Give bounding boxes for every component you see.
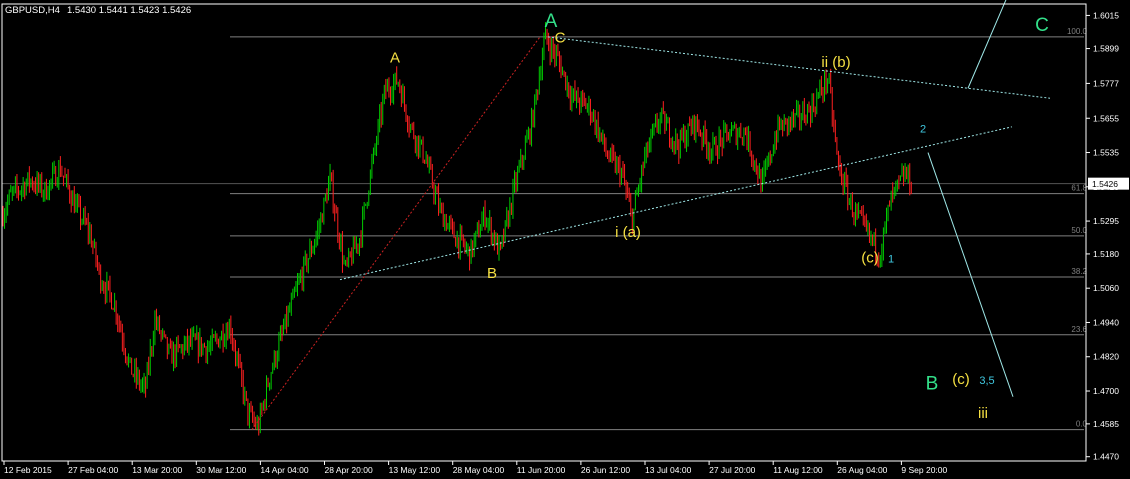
wave-label: i (a): [615, 224, 641, 241]
fib-level-label: 23.6: [1071, 325, 1087, 334]
x-tick-label: 28 Apr 20:00: [325, 465, 373, 475]
wave-label: 1: [888, 253, 894, 265]
wave-label: B: [487, 265, 497, 282]
wave-label: (c): [952, 371, 970, 388]
y-tick-label: 1.5180: [1093, 249, 1119, 259]
x-tick-label: 12 Feb 2015: [4, 465, 52, 475]
current-price-label: 1.5426: [1092, 179, 1118, 189]
x-tick-label: 13 May 12:00: [389, 465, 441, 475]
y-tick-label: 1.5777: [1093, 78, 1119, 88]
x-tick-label: 11 Aug 12:00: [773, 465, 823, 475]
y-tick-label: 1.4585: [1093, 419, 1119, 429]
wave-label: 2: [920, 124, 926, 136]
x-tick-label: 27 Feb 04:00: [68, 465, 118, 475]
y-tick-label: 1.5295: [1093, 216, 1119, 226]
y-tick-label: 1.4700: [1093, 386, 1119, 396]
x-tick-label: 26 Jun 12:00: [581, 465, 630, 475]
chart-background: [0, 0, 1130, 479]
x-tick-label: 13 Jul 04:00: [645, 465, 692, 475]
wave-label: 3,5: [979, 375, 994, 387]
x-tick-label: 26 Aug 04:00: [837, 465, 887, 475]
y-tick-label: 1.5899: [1093, 44, 1119, 54]
chart-ohlc-values: 1.5430 1.5441 1.5423 1.5426: [67, 5, 191, 16]
y-tick-label: 1.5535: [1093, 148, 1119, 158]
x-tick-label: 13 Mar 20:00: [132, 465, 182, 475]
wave-label: iii: [978, 405, 988, 422]
x-tick-label: 9 Sep 20:00: [901, 465, 947, 475]
fib-level-label: 50.0: [1071, 226, 1087, 235]
wave-label: C: [1035, 15, 1049, 36]
x-tick-label: 27 Jul 20:00: [709, 465, 756, 475]
wave-label: C: [555, 30, 566, 47]
y-tick-label: 1.4470: [1093, 452, 1119, 462]
y-tick-label: 1.5655: [1093, 113, 1119, 123]
wave-label: B: [926, 374, 939, 395]
x-tick-label: 30 Mar 12:00: [196, 465, 246, 475]
y-tick-label: 1.4820: [1093, 352, 1119, 362]
fib-level-label: 61.8: [1071, 184, 1087, 193]
y-tick-label: 1.5060: [1093, 283, 1119, 293]
wave-label: ii (b): [821, 54, 850, 71]
y-tick-label: 1.6015: [1093, 10, 1119, 20]
fib-level-label: 38.2: [1071, 267, 1087, 276]
fib-level-label: 100.0: [1067, 27, 1088, 36]
chart-symbol-title: GBPUSD,H4: [5, 5, 60, 16]
x-tick-label: 28 May 04:00: [453, 465, 505, 475]
y-tick-label: 1.4940: [1093, 317, 1119, 327]
wave-label: (c): [861, 249, 879, 266]
wave-label: A: [390, 50, 400, 67]
price-chart[interactable]: 100.061.850.038.223.60.0 AACBi (a)ii (b)…: [0, 0, 1130, 479]
x-tick-label: 14 Apr 04:00: [260, 465, 308, 475]
x-tick-label: 11 Jun 20:00: [517, 465, 566, 475]
